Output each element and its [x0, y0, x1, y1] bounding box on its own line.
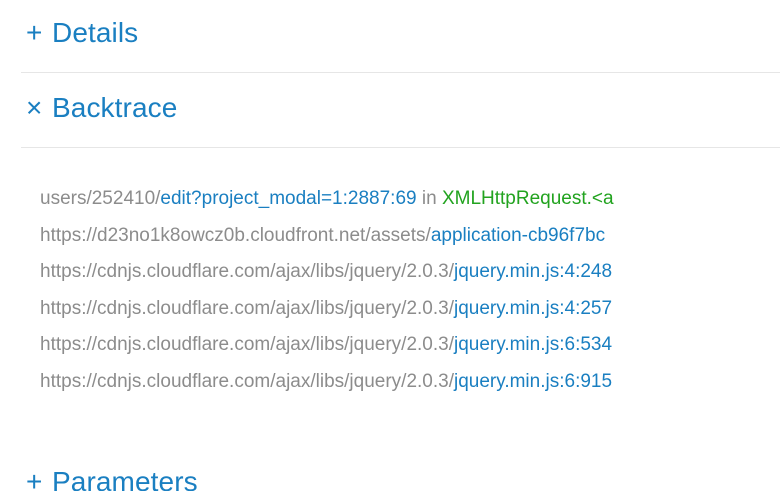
expand-icon: + — [26, 17, 43, 48]
backtrace-panel: + Details × Backtrace users/252410/edit?pr… — [0, 0, 780, 491]
trace-file-link[interactable]: edit?project_modal=1:2887:69 — [160, 188, 416, 209]
backtrace-list: users/252410/edit?project_modal=1:2887:6… — [40, 181, 780, 400]
trace-file-link[interactable]: jquery.min.js:6:534 — [454, 334, 612, 355]
trace-file-link[interactable]: jquery.min.js:6:915 — [454, 371, 612, 392]
trace-file-link[interactable]: application-cb96f7bc — [431, 225, 605, 246]
trace-function: XMLHttpRequest.<a — [441, 188, 614, 209]
trace-path: https://d23no1k8owcz0b.cloudfront.net/as… — [40, 224, 431, 246]
backtrace-line: users/252410/edit?project_modal=1:2887:6… — [40, 181, 780, 218]
collapse-icon: × — [26, 92, 43, 123]
trace-file-link[interactable]: jquery.min.js:4:248 — [454, 261, 612, 282]
backtrace-line: https://cdnjs.cloudflare.com/ajax/libs/j… — [40, 327, 780, 364]
backtrace-section-toggle[interactable]: × Backtrace — [26, 92, 177, 124]
backtrace-line: https://cdnjs.cloudflare.com/ajax/libs/j… — [40, 291, 780, 328]
parameters-section-title: Parameters — [52, 466, 198, 491]
trace-path: https://cdnjs.cloudflare.com/ajax/libs/j… — [40, 261, 454, 282]
trace-path: https://cdnjs.cloudflare.com/ajax/libs/j… — [40, 334, 454, 355]
trace-path: https://cdnjs.cloudflare.com/ajax/libs/j… — [40, 370, 454, 392]
backtrace-section-title: Backtrace — [52, 92, 178, 123]
section-divider — [21, 147, 780, 148]
parameters-section-toggle[interactable]: + Parameters — [26, 466, 198, 491]
details-section-title: Details — [52, 17, 139, 48]
backtrace-line: https://d23no1k8owcz0b.cloudfront.net/as… — [40, 218, 780, 255]
section-divider — [21, 72, 780, 73]
trace-path: https://cdnjs.cloudflare.com/ajax/libs/j… — [40, 297, 454, 319]
trace-in-keyword: in — [416, 188, 442, 209]
backtrace-line: https://cdnjs.cloudflare.com/ajax/libs/j… — [40, 364, 780, 401]
backtrace-line: https://cdnjs.cloudflare.com/ajax/libs/j… — [40, 254, 780, 291]
expand-icon: + — [26, 466, 43, 491]
trace-path: users/252410/ — [40, 188, 161, 209]
details-section-toggle[interactable]: + Details — [26, 17, 138, 49]
trace-file-link[interactable]: jquery.min.js:4:257 — [454, 298, 612, 319]
